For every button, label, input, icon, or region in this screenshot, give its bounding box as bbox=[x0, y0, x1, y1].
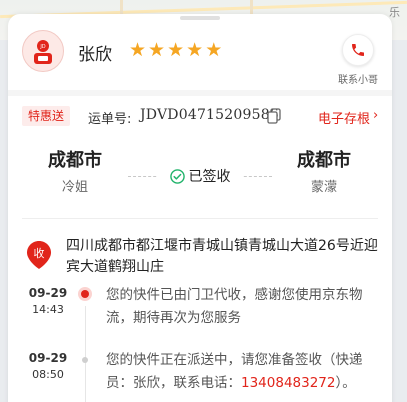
star-icon: ★ bbox=[186, 39, 204, 61]
event-date: 09-29 bbox=[28, 351, 68, 365]
waybill-number: JDVD04715209586 bbox=[140, 107, 279, 123]
chevron-right-icon: › bbox=[373, 108, 379, 123]
timeline-dot-active bbox=[78, 287, 92, 301]
courier-rating: ★ ★ ★ ★ ★ bbox=[129, 39, 222, 61]
destination-city: 成都市 bbox=[297, 150, 351, 171]
svg-text:收: 收 bbox=[34, 246, 45, 260]
check-circle-icon bbox=[169, 168, 185, 184]
star-icon: ★ bbox=[148, 39, 166, 61]
origin-person: 冷姐 bbox=[61, 180, 88, 195]
delivery-status: 已签收 bbox=[158, 166, 242, 186]
phone-icon bbox=[352, 44, 364, 56]
courier-phone-link[interactable]: 13408483272 bbox=[241, 375, 335, 391]
electronic-stub-link[interactable]: 电子存根 bbox=[318, 108, 370, 127]
event-description: 您的快件已由门卫代收，感谢您使用京东物流，期待再次为您服务 bbox=[106, 287, 363, 326]
svg-text:JD: JD bbox=[39, 44, 45, 50]
timeline-dot bbox=[82, 357, 88, 363]
destination-person: 蒙濛 bbox=[310, 180, 337, 195]
sheet-drag-handle[interactable] bbox=[180, 16, 220, 20]
star-icon: ★ bbox=[167, 39, 185, 61]
service-type-badge: 特惠送 bbox=[22, 106, 71, 126]
star-icon: ★ bbox=[129, 39, 147, 61]
call-courier-button[interactable] bbox=[342, 34, 374, 66]
waybill-row: 特惠送 运单号: JDVD04715209586 电子存根 › bbox=[8, 102, 392, 132]
courier-name: 张欣 bbox=[78, 45, 112, 65]
event-date: 09-29 bbox=[28, 286, 68, 300]
shipment-detail-sheet: JD 张欣 ★ ★ ★ ★ ★ 联系小哥 特惠送 运单号: JDVD047152… bbox=[8, 14, 392, 402]
waybill-label: 运单号: bbox=[88, 112, 132, 127]
courier-row: JD 张欣 ★ ★ ★ ★ ★ 联系小哥 bbox=[8, 24, 392, 86]
map-place-label: 乐 bbox=[389, 6, 400, 19]
event-time: 14:43 bbox=[32, 303, 64, 316]
receiver-location-pin-icon: 收 bbox=[27, 241, 51, 269]
origin-city: 成都市 bbox=[48, 150, 102, 171]
route-summary: 成都市 冷姐 已签收 成都市 蒙濛 bbox=[8, 142, 392, 200]
courier-avatar: JD bbox=[22, 30, 64, 72]
copy-icon[interactable] bbox=[267, 108, 281, 124]
delivery-status-text: 已签收 bbox=[188, 169, 231, 185]
receiver-address: 四川成都市都江堰市青城山镇青城山大道26号近迎宾大道鹤翔山庄 bbox=[66, 238, 378, 275]
timeline-track bbox=[85, 306, 86, 402]
courier-avatar-icon: JD bbox=[34, 40, 52, 64]
event-time: 08:50 bbox=[32, 368, 64, 381]
event-description: 您的快件正在派送中，请您准备签收（快递员：张欣，联系电话：13408483272… bbox=[106, 352, 363, 391]
star-icon: ★ bbox=[205, 39, 223, 61]
section-divider bbox=[22, 218, 378, 219]
section-divider bbox=[8, 90, 392, 96]
call-courier-label[interactable]: 联系小哥 bbox=[330, 71, 386, 86]
